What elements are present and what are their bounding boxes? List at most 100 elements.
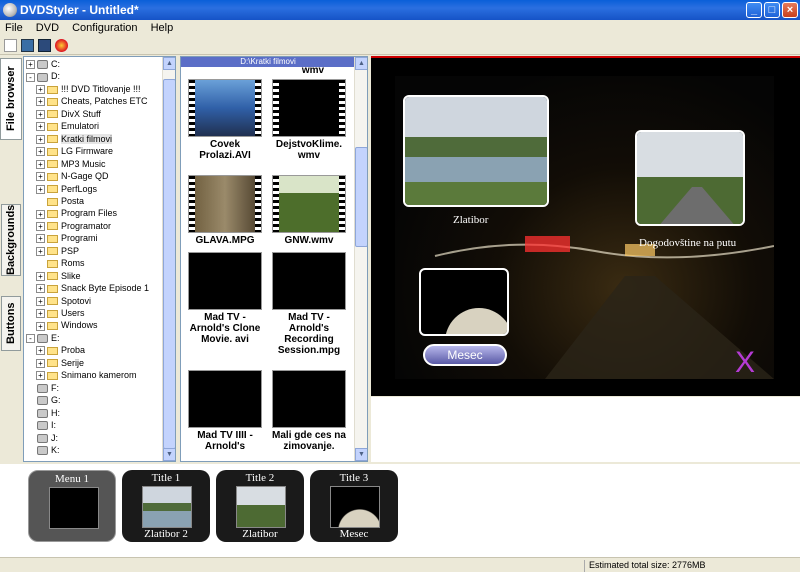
tree-expander-icon[interactable]: + xyxy=(36,284,45,294)
tree-item[interactable]: + Serije xyxy=(36,357,84,369)
tree-expander-icon[interactable] xyxy=(26,433,35,443)
tree-item[interactable]: + PSP xyxy=(36,245,79,257)
tree-expander-icon[interactable] xyxy=(36,197,45,207)
tree-item[interactable]: + Users xyxy=(36,307,85,319)
titleset-title-3[interactable]: Title 3 Mesec xyxy=(310,470,398,542)
menu-help[interactable]: Help xyxy=(146,20,179,34)
file-item[interactable]: Covek Prolazi.AVI xyxy=(185,79,265,161)
tree-expander-icon[interactable] xyxy=(26,408,35,418)
tree-expander-icon[interactable]: + xyxy=(36,296,45,306)
tree-expander-icon[interactable]: + xyxy=(36,358,45,368)
menu-configuration[interactable]: Configuration xyxy=(67,20,142,34)
tree-item[interactable]: Posta xyxy=(36,195,84,207)
scroll-down-arrow[interactable]: ▼ xyxy=(355,448,367,461)
tab-backgrounds[interactable]: Backgrounds xyxy=(1,204,21,276)
menu-dvd[interactable]: DVD xyxy=(31,20,64,34)
file-item[interactable]: GLAVA.MPG xyxy=(185,175,265,246)
tree-expander-icon[interactable]: + xyxy=(36,85,45,95)
tree-item[interactable]: - D: xyxy=(26,70,60,82)
tree-expander-icon[interactable]: + xyxy=(36,109,45,119)
tree-item[interactable]: + Program Files xyxy=(36,207,117,219)
tab-buttons[interactable]: Buttons xyxy=(1,296,21,351)
tree-expander-icon[interactable]: + xyxy=(36,271,45,281)
tree-item[interactable]: + C: xyxy=(26,58,60,70)
file-browser-panel[interactable]: D:\Kratki filmovi wmv ▲ ▼ Covek Prolazi.… xyxy=(180,56,368,462)
menu-canvas[interactable]: Zlatibor Dogodovštine na putu Mesec X xyxy=(395,76,774,379)
tree-item[interactable]: + Slike xyxy=(36,270,81,282)
tree-item[interactable]: I: xyxy=(26,419,56,431)
tree-expander-icon[interactable] xyxy=(26,396,35,406)
tree-expander-icon[interactable]: + xyxy=(36,371,45,381)
titleset-title-1[interactable]: Title 1 Zlatibor 2 xyxy=(122,470,210,542)
minimize-button[interactable]: _ xyxy=(746,2,762,18)
tree-item[interactable]: + Cheats, Patches ETC xyxy=(36,95,148,107)
tree-item[interactable]: + !!! DVD Titlovanje !!! xyxy=(36,83,141,95)
tree-item[interactable]: + Kratki filmovi xyxy=(36,133,113,145)
tree-expander-icon[interactable] xyxy=(26,383,35,393)
files-scrollbar[interactable]: ▲ ▼ xyxy=(354,57,367,461)
tree-item[interactable]: + Proba xyxy=(36,344,85,356)
close-button[interactable]: × xyxy=(782,2,798,18)
tree-expander-icon[interactable]: + xyxy=(36,221,45,231)
file-item[interactable]: Mad TV IIII - Arnold's xyxy=(185,370,265,452)
menu-button-mesec[interactable] xyxy=(419,268,509,336)
tree-expander-icon[interactable]: + xyxy=(36,246,45,256)
tree-item[interactable]: H: xyxy=(26,407,60,419)
file-item[interactable]: DejstvoKlime. wmv xyxy=(269,79,349,161)
tree-item[interactable]: + Spotovi xyxy=(36,295,91,307)
tree-expander-icon[interactable]: - xyxy=(26,334,35,344)
file-item[interactable]: Mali gde ces na zimovanje. xyxy=(269,370,349,452)
tree-expander-icon[interactable]: + xyxy=(36,309,45,319)
titleset-menu-1[interactable]: Menu 1 xyxy=(28,470,116,542)
tree-scrollbar[interactable]: ▲ ▼ xyxy=(162,57,175,461)
tree-expander-icon[interactable]: + xyxy=(36,147,45,157)
tree-item[interactable]: + Emulatori xyxy=(36,120,99,132)
file-item[interactable]: GNW.wmv xyxy=(269,175,349,246)
tree-item[interactable]: + MP3 Music xyxy=(36,158,106,170)
close-x-icon[interactable]: X xyxy=(735,348,755,378)
scroll-down-arrow[interactable]: ▼ xyxy=(163,448,175,461)
tree-expander-icon[interactable]: + xyxy=(36,184,45,194)
menu-file[interactable]: File xyxy=(0,20,28,34)
burn-icon[interactable] xyxy=(55,39,68,52)
tree-expander-icon[interactable]: - xyxy=(26,72,35,82)
tree-expander-icon[interactable]: + xyxy=(36,321,45,331)
menu-button-dogodovstine[interactable] xyxy=(635,130,745,226)
tree-expander-icon[interactable] xyxy=(26,421,35,431)
file-item[interactable]: Mad TV - Arnold's Clone Movie. avi xyxy=(185,252,265,345)
tree-expander-icon[interactable]: + xyxy=(36,234,45,244)
tree-item[interactable]: + LG Firmware xyxy=(36,145,113,157)
titleset-title-2[interactable]: Title 2 Zlatibor xyxy=(216,470,304,542)
scroll-up-arrow[interactable]: ▲ xyxy=(163,57,175,70)
tree-item[interactable]: F: xyxy=(26,382,59,394)
tree-expander-icon[interactable]: + xyxy=(36,209,45,219)
tree-expander-icon[interactable]: + xyxy=(36,97,45,107)
tree-expander-icon[interactable]: + xyxy=(36,172,45,182)
tree-item[interactable]: + Programator xyxy=(36,220,111,232)
tree-item[interactable]: + Windows xyxy=(36,319,98,331)
scroll-up-arrow[interactable]: ▲ xyxy=(355,57,367,70)
tree-item[interactable]: + N-Gage QD xyxy=(36,170,109,182)
tree-item[interactable]: G: xyxy=(26,394,61,406)
menu-preview-area[interactable]: Zlatibor Dogodovštine na putu Mesec X xyxy=(371,56,800,396)
tree-expander-icon[interactable] xyxy=(26,446,35,456)
maximize-button[interactable]: □ xyxy=(764,2,780,18)
tree-item[interactable]: Roms xyxy=(36,257,85,269)
tree-expander-icon[interactable]: + xyxy=(36,159,45,169)
tree-expander-icon[interactable]: + xyxy=(36,346,45,356)
new-file-icon[interactable] xyxy=(4,39,17,52)
tree-item[interactable]: K: xyxy=(26,444,60,456)
tree-expander-icon[interactable]: + xyxy=(26,60,35,70)
tree-item[interactable]: + Snack Byte Episode 1 xyxy=(36,282,149,294)
tree-item[interactable]: + PerfLogs xyxy=(36,183,97,195)
tree-item[interactable]: J: xyxy=(26,432,58,444)
tab-file-browser[interactable]: File browser xyxy=(0,58,22,140)
titleset-manager[interactable]: Menu 1 Title 1 Zlatibor 2 Title 2 Zlatibor Ti… xyxy=(0,464,800,557)
tree-expander-icon[interactable]: + xyxy=(36,122,45,132)
open-icon[interactable] xyxy=(21,39,34,52)
scroll-thumb[interactable] xyxy=(163,79,175,449)
directory-tree[interactable]: ▲ ▼ + C: - D: + !!! DVD Titlovanje !!! + Cheats… xyxy=(23,56,176,462)
mesec-nav-button[interactable]: Mesec xyxy=(423,344,507,366)
tree-expander-icon[interactable] xyxy=(36,259,45,269)
file-item[interactable]: Mad TV - Arnold's Recording Session.mpg xyxy=(269,252,349,356)
